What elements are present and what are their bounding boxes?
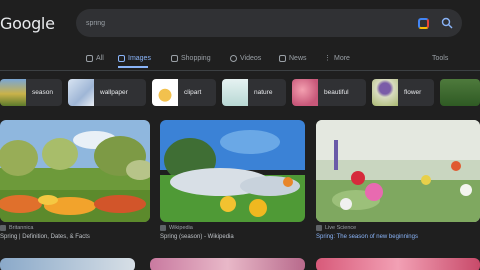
chip-thumbnail xyxy=(440,79,480,106)
result-caption[interactable]: Spring | Definition, Dates, & Facts xyxy=(0,234,150,240)
chip-thumbnail xyxy=(68,79,94,106)
chip-label: nature xyxy=(254,89,273,96)
result-source[interactable]: Wikipedia xyxy=(160,225,305,231)
spring-garden-image xyxy=(0,120,150,222)
chip-thumbnail xyxy=(292,79,318,106)
result-image[interactable] xyxy=(316,120,480,222)
spring-meadow-image xyxy=(160,120,305,222)
chip-thumbnail xyxy=(372,79,398,106)
active-tab-indicator xyxy=(118,66,148,68)
search-input[interactable] xyxy=(86,16,386,30)
chip-season[interactable]: season xyxy=(0,79,62,106)
search-tabs: All Images Shopping Videos News ⋮ More T… xyxy=(86,51,480,68)
source-name: Live Science xyxy=(325,225,357,231)
chip-label: wallpaper xyxy=(100,89,128,96)
source-name: Wikipedia xyxy=(169,225,193,231)
chip-flower[interactable]: flower xyxy=(372,79,434,106)
news-icon xyxy=(279,54,286,62)
chip-label: season xyxy=(32,89,53,96)
tab-shopping[interactable]: Shopping xyxy=(171,51,211,65)
chip-label: clipart xyxy=(184,89,202,96)
tab-news[interactable]: News xyxy=(279,51,307,65)
chip-nature[interactable]: nature xyxy=(222,79,286,106)
favicon-icon xyxy=(160,225,166,231)
tab-images[interactable]: Images xyxy=(118,51,151,65)
lens-icon[interactable] xyxy=(418,18,429,29)
chip-clipart[interactable]: clipart xyxy=(152,79,216,106)
related-chips: season wallpaper clipart nature beautifu… xyxy=(0,79,480,107)
image-icon xyxy=(118,54,125,62)
search-icon[interactable] xyxy=(441,17,453,29)
tab-videos[interactable]: Videos xyxy=(230,51,261,65)
tab-all[interactable]: All xyxy=(86,51,104,65)
chip-label: beautiful xyxy=(324,89,349,96)
shopping-icon xyxy=(171,54,178,62)
result-caption[interactable]: Spring (season) - Wikipedia xyxy=(160,234,305,240)
video-icon xyxy=(230,54,237,62)
tools-label: Tools xyxy=(432,54,449,62)
google-logo[interactable]: Google xyxy=(0,14,55,33)
result-meta: Live Science Spring: The season of new b… xyxy=(316,225,480,240)
result-image[interactable] xyxy=(316,258,480,270)
tab-more[interactable]: ⋮ More xyxy=(324,51,350,65)
source-name: Britannica xyxy=(9,225,34,231)
more-icon: ⋮ xyxy=(324,55,331,62)
result-source[interactable]: Britannica xyxy=(0,225,150,231)
chip-more[interactable] xyxy=(440,79,480,106)
tab-label: Videos xyxy=(240,54,262,62)
chip-label: flower xyxy=(404,89,422,96)
chip-thumbnail xyxy=(0,79,26,106)
tab-label: News xyxy=(289,54,307,62)
search-box[interactable] xyxy=(76,9,462,37)
result-image[interactable] xyxy=(0,120,150,222)
spring-flowers-image xyxy=(316,120,480,222)
tab-label: All xyxy=(96,54,104,62)
chip-thumbnail xyxy=(222,79,248,106)
result-source[interactable]: Live Science xyxy=(316,225,480,231)
chip-wallpaper[interactable]: wallpaper xyxy=(68,79,146,106)
result-caption[interactable]: Spring: The season of new beginnings xyxy=(316,234,480,240)
chip-beautiful[interactable]: beautiful xyxy=(292,79,366,106)
tab-label: Shopping xyxy=(181,54,211,62)
all-icon xyxy=(86,54,93,62)
chip-thumbnail xyxy=(152,79,178,106)
favicon-icon xyxy=(0,225,6,231)
tab-label: Images xyxy=(128,54,151,62)
tabs-divider xyxy=(0,70,480,71)
result-image[interactable] xyxy=(150,258,305,270)
result-meta: Wikipedia Spring (season) - Wikipedia xyxy=(160,225,305,240)
result-image[interactable] xyxy=(0,258,135,270)
result-meta: Britannica Spring | Definition, Dates, &… xyxy=(0,225,150,240)
tab-label: More xyxy=(334,54,350,62)
result-image[interactable] xyxy=(160,120,305,222)
favicon-icon xyxy=(316,225,322,231)
tools-button[interactable]: Tools xyxy=(432,51,448,65)
